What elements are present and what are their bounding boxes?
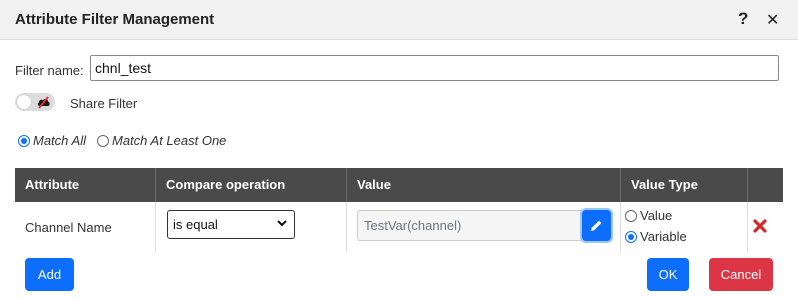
pencil-icon bbox=[591, 220, 602, 231]
dialog-title: Attribute Filter Management bbox=[15, 11, 215, 28]
column-header-value-type: Value Type bbox=[621, 168, 748, 202]
edit-value-button[interactable] bbox=[582, 210, 611, 241]
close-icon[interactable]: ✕ bbox=[766, 10, 779, 30]
share-filter-label: Share Filter bbox=[70, 96, 138, 111]
match-at-least-one-label: Match At Least One bbox=[112, 133, 227, 148]
filter-table-header: Attribute Compare operation Value Value … bbox=[15, 168, 783, 202]
table-row: Channel Name is equal TestVar(channel) V… bbox=[15, 202, 783, 252]
filter-name-label: Filter name: bbox=[15, 63, 84, 78]
dialog-titlebar: Attribute Filter Management ? ✕ bbox=[0, 0, 798, 40]
add-button[interactable]: Add bbox=[25, 258, 74, 291]
value-type-value-option[interactable]: Value bbox=[625, 208, 672, 223]
toggle-knob bbox=[17, 95, 31, 109]
help-icon[interactable]: ? bbox=[738, 9, 748, 29]
match-all-radio[interactable] bbox=[18, 134, 30, 147]
compare-operation-value: is equal bbox=[173, 217, 218, 232]
share-filter-toggle[interactable] bbox=[15, 93, 55, 111]
attribute-filter-dialog: Attribute Filter Management ? ✕ Filter n… bbox=[0, 0, 798, 301]
value-type-variable-label: Variable bbox=[640, 229, 687, 244]
value-type-variable-option[interactable]: Variable bbox=[625, 229, 687, 244]
column-header-compare-operation: Compare operation bbox=[156, 168, 347, 202]
attribute-cell: Channel Name bbox=[25, 220, 112, 235]
column-header-attribute: Attribute bbox=[15, 168, 156, 202]
filter-name-input[interactable] bbox=[90, 55, 779, 81]
value-input[interactable]: TestVar(channel) bbox=[357, 210, 611, 241]
ok-button[interactable]: OK bbox=[647, 258, 689, 291]
match-at-least-one-option[interactable]: Match At Least One bbox=[97, 133, 226, 148]
compare-operation-select[interactable]: is equal bbox=[167, 210, 295, 239]
value-type-value-radio[interactable] bbox=[625, 209, 637, 222]
chevron-down-icon bbox=[277, 220, 287, 227]
column-header-value: Value bbox=[347, 168, 621, 202]
red-x-icon[interactable] bbox=[752, 218, 768, 234]
cloud-blocked-icon bbox=[37, 96, 50, 109]
value-type-value-label: Value bbox=[640, 208, 673, 223]
value-type-variable-radio[interactable] bbox=[625, 230, 637, 243]
match-all-option[interactable]: Match All bbox=[18, 133, 86, 148]
match-at-least-one-radio[interactable] bbox=[97, 134, 109, 147]
match-all-label: Match All bbox=[33, 133, 86, 148]
cancel-button[interactable]: Cancel bbox=[709, 258, 773, 291]
